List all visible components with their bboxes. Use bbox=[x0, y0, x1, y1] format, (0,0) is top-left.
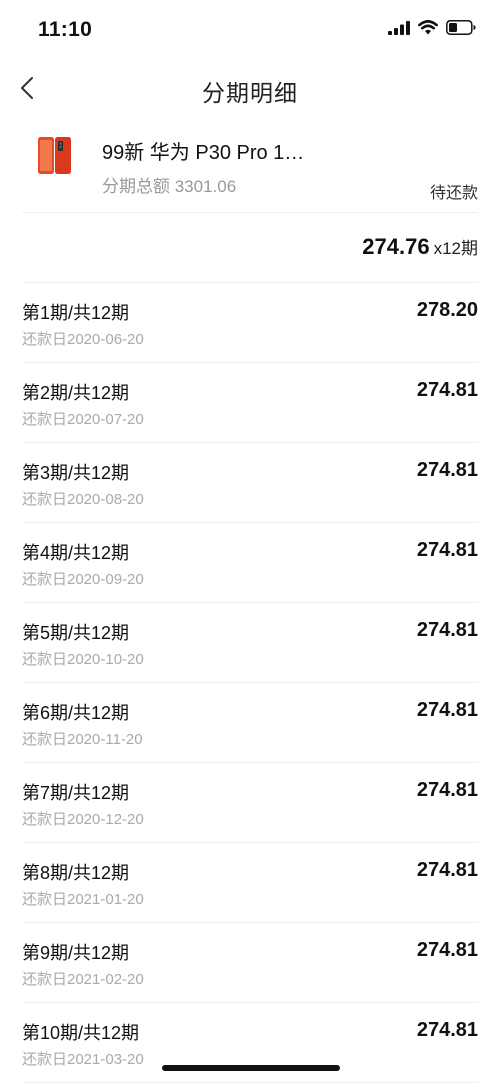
installment-row[interactable]: 第3期/共12期 还款日2020-08-20 274.81 bbox=[22, 443, 478, 523]
installment-amount: 274.81 bbox=[416, 539, 478, 561]
installment-due-date: 还款日2021-02-20 bbox=[22, 971, 144, 988]
installment-amount: 274.81 bbox=[416, 859, 478, 881]
installment-summary: 274.76 x12期 bbox=[22, 212, 478, 283]
installment-amount: 274.81 bbox=[416, 779, 478, 801]
installment-due-date: 还款日2020-09-20 bbox=[22, 571, 144, 588]
installment-due-date: 还款日2020-12-20 bbox=[22, 811, 144, 828]
installment-row[interactable]: 第6期/共12期 还款日2020-11-20 274.81 bbox=[22, 683, 478, 763]
installment-period: 第3期/共12期 bbox=[22, 463, 130, 483]
installment-period: 第2期/共12期 bbox=[22, 383, 130, 403]
summary-amount: 274.76 bbox=[362, 234, 430, 259]
product-total: 分期总额 3301.06 bbox=[102, 177, 237, 196]
installment-period: 第7期/共12期 bbox=[22, 783, 130, 803]
installment-amount: 274.81 bbox=[416, 459, 478, 481]
status-bar: 11:10 bbox=[0, 0, 500, 60]
installment-due-date: 还款日2021-01-20 bbox=[22, 891, 144, 908]
summary-count: x12期 bbox=[433, 239, 478, 258]
installment-amount: 274.81 bbox=[416, 699, 478, 721]
installment-amount: 274.81 bbox=[416, 379, 478, 401]
installment-period: 第8期/共12期 bbox=[22, 863, 130, 883]
installment-due-date: 还款日2020-11-20 bbox=[22, 731, 143, 748]
page-title: 分期明细 bbox=[202, 80, 298, 106]
status-time: 11:10 bbox=[38, 18, 93, 41]
installment-row[interactable]: 第9期/共12期 还款日2021-02-20 274.81 bbox=[22, 923, 478, 1003]
wifi-icon bbox=[418, 20, 438, 40]
home-indicator[interactable] bbox=[162, 1065, 340, 1071]
installment-amount: 278.20 bbox=[416, 299, 478, 321]
product-card[interactable]: 99新 华为 P30 Pro 1… 分期总额 3301.06 待还款 bbox=[22, 126, 478, 213]
installment-amount: 274.81 bbox=[416, 939, 478, 961]
installment-period: 第9期/共12期 bbox=[22, 943, 130, 963]
installment-due-date: 还款日2020-08-20 bbox=[22, 491, 144, 508]
installment-due-date: 还款日2020-07-20 bbox=[22, 411, 144, 428]
installment-period: 第6期/共12期 bbox=[22, 703, 130, 723]
installment-due-date: 还款日2021-03-20 bbox=[22, 1051, 144, 1068]
summary-line: 274.76 x12期 bbox=[362, 234, 478, 260]
installment-row[interactable]: 第5期/共12期 还款日2020-10-20 274.81 bbox=[22, 603, 478, 683]
status-badge: 待还款 bbox=[429, 185, 478, 202]
installment-amount: 274.81 bbox=[416, 1019, 478, 1041]
installment-period: 第4期/共12期 bbox=[22, 543, 130, 563]
installment-row[interactable]: 第4期/共12期 还款日2020-09-20 274.81 bbox=[22, 523, 478, 603]
product-name: 99新 华为 P30 Pro 1… bbox=[102, 142, 305, 164]
installment-period: 第10期/共12期 bbox=[22, 1023, 140, 1043]
installment-period: 第1期/共12期 bbox=[22, 303, 130, 323]
installment-row[interactable]: 第8期/共12期 还款日2021-01-20 274.81 bbox=[22, 843, 478, 923]
status-icons bbox=[388, 20, 476, 40]
nav-bar: 分期明细 bbox=[0, 62, 500, 118]
signal-icon bbox=[388, 20, 410, 40]
installment-amount: 274.81 bbox=[416, 619, 478, 641]
installment-period: 第5期/共12期 bbox=[22, 623, 130, 643]
installment-row[interactable]: 第1期/共12期 还款日2020-06-20 278.20 bbox=[22, 283, 478, 363]
installment-row[interactable]: 第7期/共12期 还款日2020-12-20 274.81 bbox=[22, 763, 478, 843]
installment-row[interactable]: 第10期/共12期 还款日2021-03-20 274.81 bbox=[22, 1003, 478, 1083]
installment-due-date: 还款日2020-10-20 bbox=[22, 651, 144, 668]
installment-due-date: 还款日2020-06-20 bbox=[22, 331, 144, 348]
product-thumbnail bbox=[36, 136, 74, 176]
battery-icon bbox=[446, 20, 476, 40]
installment-list: 第1期/共12期 还款日2020-06-20 278.20 第2期/共12期 还款日20… bbox=[22, 283, 478, 1083]
installment-row[interactable]: 第2期/共12期 还款日2020-07-20 274.81 bbox=[22, 363, 478, 443]
